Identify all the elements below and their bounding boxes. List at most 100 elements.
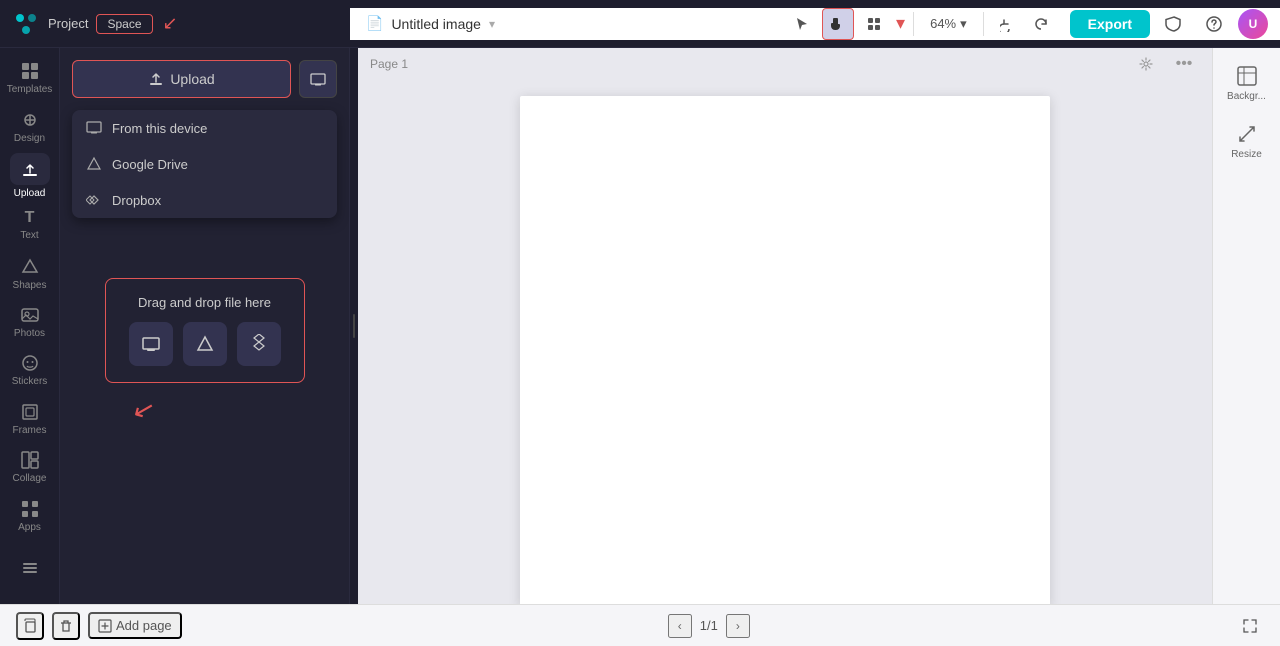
help-icon-button[interactable] bbox=[1198, 8, 1230, 40]
bottom-left: Add page bbox=[16, 612, 182, 640]
sidebar-item-templates[interactable]: Templates bbox=[5, 56, 55, 100]
canvas-page[interactable] bbox=[520, 96, 1050, 604]
topbar: Project Space ↙ 📄 Untitled image ▾ ▾ 64%… bbox=[0, 0, 1280, 48]
bottom-delete-button[interactable] bbox=[52, 612, 80, 640]
shapes-label: Shapes bbox=[13, 280, 47, 291]
hand-tool-button[interactable] bbox=[822, 8, 854, 40]
doc-title[interactable]: Untitled image bbox=[391, 16, 481, 32]
dropbox-label: Dropbox bbox=[112, 193, 161, 208]
dropdown-item-dropbox[interactable]: Dropbox bbox=[72, 182, 337, 218]
upload-label: Upload bbox=[14, 188, 46, 199]
page-prev-button[interactable]: ‹ bbox=[668, 614, 692, 638]
add-page-button[interactable]: Add page bbox=[88, 612, 182, 639]
templates-label: Templates bbox=[7, 84, 53, 95]
sidebar-item-apps[interactable]: Apps bbox=[5, 494, 55, 538]
shapes-icon bbox=[20, 257, 40, 277]
dropdown-item-google-drive[interactable]: Google Drive bbox=[72, 146, 337, 182]
export-button[interactable]: Export bbox=[1070, 10, 1150, 38]
page-label: Page 1 bbox=[370, 57, 408, 71]
zoom-button[interactable]: 64% ▾ bbox=[922, 12, 975, 36]
sidebar-item-upload[interactable]: Upload bbox=[5, 153, 55, 199]
sidebar-item-frames[interactable]: Frames bbox=[5, 397, 55, 441]
dropzone-icons bbox=[122, 322, 288, 366]
canvas-area: Page 1 ••• bbox=[358, 48, 1212, 604]
page-next-button[interactable]: › bbox=[726, 614, 750, 638]
logo-icon[interactable] bbox=[12, 10, 40, 38]
apps-icon bbox=[20, 499, 40, 519]
bottom-copy-button[interactable] bbox=[16, 612, 44, 640]
apps-label: Apps bbox=[18, 522, 41, 533]
sep1 bbox=[913, 12, 914, 36]
bottom-center: ‹ 1/1 › bbox=[668, 614, 750, 638]
canvas-more-button[interactable]: ••• bbox=[1168, 48, 1200, 80]
frames-label: Frames bbox=[13, 425, 47, 436]
dropbox-icon bbox=[86, 192, 102, 208]
upload-btn-label: Upload bbox=[170, 71, 214, 87]
canvas-settings-button[interactable] bbox=[1130, 48, 1162, 80]
canvas-topbar: Page 1 ••• bbox=[358, 48, 1212, 80]
space-button[interactable]: Space bbox=[96, 14, 152, 34]
design-icon bbox=[20, 110, 40, 130]
monitor-icon bbox=[86, 120, 102, 136]
dropzone[interactable]: Drag and drop file here bbox=[105, 278, 305, 383]
canvas-top-icons: ••• bbox=[1130, 48, 1200, 80]
zoom-level: 64% bbox=[930, 16, 956, 31]
photos-label: Photos bbox=[14, 328, 45, 339]
upload-main-button[interactable]: Upload bbox=[72, 60, 291, 98]
doc-title-chevron[interactable]: ▾ bbox=[489, 17, 495, 31]
upload-panel: Upload ↗ From this device Google Drive bbox=[60, 48, 350, 604]
topbar-tools: ▾ 64% ▾ bbox=[786, 8, 1058, 40]
upload-icon-wrap bbox=[10, 153, 50, 185]
google-drive-icon bbox=[86, 156, 102, 172]
dz-device-button[interactable] bbox=[129, 322, 173, 366]
from-device-label: From this device bbox=[112, 121, 207, 136]
stickers-icon bbox=[20, 353, 40, 373]
frames-icon bbox=[20, 402, 40, 422]
sep2 bbox=[983, 12, 984, 36]
redo-button[interactable] bbox=[1026, 8, 1058, 40]
text-icon: T bbox=[25, 209, 35, 227]
resize-label: Resize bbox=[1231, 149, 1262, 160]
rs-item-background[interactable]: Backgr... bbox=[1219, 56, 1275, 110]
resize-handle[interactable] bbox=[350, 48, 358, 604]
design-label: Design bbox=[14, 133, 45, 144]
topbar-center: 📄 Untitled image ▾ ▾ 64% ▾ bbox=[350, 8, 1280, 40]
shield-icon-button[interactable] bbox=[1158, 8, 1190, 40]
sidebar-item-photos[interactable]: Photos bbox=[5, 300, 55, 344]
topbar-right: Export U bbox=[1058, 8, 1280, 40]
sidebar-item-text[interactable]: T Text bbox=[5, 203, 55, 247]
sidebar-item-collage[interactable]: Collage bbox=[5, 445, 55, 489]
background-label: Backgr... bbox=[1227, 91, 1266, 102]
background-icon bbox=[1236, 65, 1258, 87]
main-area: Templates Design Upload T Text Shapes bbox=[0, 48, 1280, 604]
dropdown-item-from-device[interactable]: From this device bbox=[72, 110, 337, 146]
templates-icon bbox=[20, 61, 40, 81]
sidebar-item-bottom[interactable] bbox=[5, 542, 55, 596]
dropzone-arrow: ↙ bbox=[129, 392, 158, 428]
dz-dropbox-button[interactable] bbox=[237, 322, 281, 366]
right-sidebar: Backgr... Resize bbox=[1212, 48, 1280, 604]
undo-redo-group bbox=[992, 8, 1058, 40]
resize-icon bbox=[1236, 123, 1258, 145]
user-avatar[interactable]: U bbox=[1238, 9, 1268, 39]
layout-tool-button[interactable] bbox=[858, 8, 890, 40]
select-tool-button[interactable] bbox=[786, 8, 818, 40]
sidebar-item-design[interactable]: Design bbox=[5, 104, 55, 148]
photos-icon bbox=[20, 305, 40, 325]
bottombar: Add page ‹ 1/1 › bbox=[0, 604, 1280, 646]
upload-dropdown-menu: From this device Google Drive Dropbox bbox=[72, 110, 337, 218]
google-drive-label: Google Drive bbox=[112, 157, 188, 172]
collage-icon bbox=[20, 450, 40, 470]
bottom-fullscreen-button[interactable] bbox=[1236, 612, 1264, 640]
rs-item-resize[interactable]: Resize bbox=[1219, 114, 1275, 168]
dz-gdrive-button[interactable] bbox=[183, 322, 227, 366]
zoom-chevron-icon: ▾ bbox=[960, 16, 967, 32]
undo-button[interactable] bbox=[992, 8, 1024, 40]
sidebar-item-stickers[interactable]: Stickers bbox=[5, 348, 55, 392]
dropzone-text: Drag and drop file here bbox=[122, 295, 288, 310]
sidebar-item-shapes[interactable]: Shapes bbox=[5, 251, 55, 295]
collage-label: Collage bbox=[13, 473, 47, 484]
page-counter: 1/1 bbox=[700, 618, 718, 633]
upload-device-small-button[interactable] bbox=[299, 60, 337, 98]
sidebar-icons: Templates Design Upload T Text Shapes bbox=[0, 48, 60, 604]
